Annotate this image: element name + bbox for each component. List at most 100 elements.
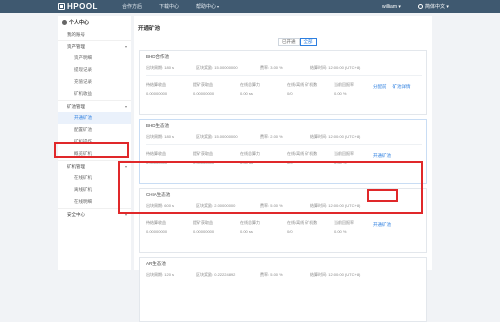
highlight-box-open-button [367, 189, 398, 202]
filter-toggle: 已开通 全部 [278, 38, 317, 46]
sidebar-group-label: 安全中心 [67, 211, 85, 217]
stat-value: 0.22224892 [214, 272, 236, 277]
chevron-down-icon: ▾ [124, 44, 127, 49]
language-label: 简体中文 ▾ [425, 4, 449, 10]
stat-cell: 费率: 5.00 % [260, 272, 310, 278]
sidebar-item-asset-detail[interactable]: 资产明细 [58, 52, 131, 64]
open-pool-button[interactable]: 开通矿池 [373, 222, 391, 228]
allocate-link[interactable]: 分配前 [373, 84, 387, 90]
stat-cell: 区块奖励: 15.00000000 [196, 65, 260, 71]
page-title: 开通矿池 [138, 26, 161, 32]
stat-cell: 出块周期: 180 s [146, 134, 196, 140]
pool-name: BHD合作池 [146, 54, 170, 59]
sidebar-item-earnings[interactable]: 矿机收益 [58, 88, 131, 100]
chevron-down-icon: ▾ [217, 4, 220, 9]
metric-labels: 待结算收益 提矿获取益 在线总算力 在线/离线 矿机数 当前回报率 [146, 220, 381, 226]
metric-value: 0.00000000 [146, 229, 168, 234]
nav-download[interactable]: 下载中心 [159, 3, 179, 10]
sidebar-header-label: 个人中心 [69, 20, 90, 26]
stat-value: 180 s [164, 65, 175, 70]
stat-cell: 结算时间: 12:00:00 (UTC+8) [310, 272, 400, 278]
divider [146, 144, 422, 145]
user-menu[interactable]: william ▾ [382, 0, 401, 13]
stat-label: 出块周期: [146, 65, 164, 70]
pool-details-link[interactable]: 矿池详情 [393, 84, 411, 90]
pool-stats: 出块周期: 180 s 区块奖励: 15.00000000 费率: 3.00 %… [146, 65, 400, 71]
sidebar-item-config-pool[interactable]: 配置矿池 [58, 124, 131, 136]
metric-value: 0.00 % [334, 91, 347, 96]
metric-values: 0.00000000 0.00000000 0.00 ss 0/0 0.00 % [146, 229, 381, 234]
sidebar-group-label: 资产管理 [67, 43, 85, 49]
stat-value: 3.00 % [270, 65, 283, 70]
stat-cell: 出块周期: 180 s [146, 65, 196, 71]
nav-partners-label: 合作方后 [121, 4, 142, 10]
pool-name: BHD生态池 [146, 123, 170, 128]
stat-label: 结算时间: [310, 65, 328, 70]
open-pool-button[interactable]: 开通矿池 [373, 153, 391, 159]
metric-labels: 待结算收益 提矿获取益 在线总算力 在线/离线 矿机数 当前回报率 [146, 151, 381, 157]
stat-value: 12:00:00 (UTC+8) [328, 65, 361, 70]
chevron-down-icon: ▾ [124, 104, 127, 109]
metric-label: 待结算收益 [146, 151, 166, 156]
sidebar-group-label: 矿池管理 [67, 103, 85, 109]
globe-icon [418, 4, 423, 9]
pool-stats: 出块周期: 180 s 区块奖励: 15.00000000 费率: 2.00 %… [146, 134, 400, 140]
metric-label: 提矿获取益 [193, 82, 213, 87]
stat-cell: 费率: 2.00 % [260, 134, 310, 140]
sidebar-header: 个人中心 [58, 16, 131, 29]
metric-value: 0.00 ss [240, 229, 253, 234]
metric-label: 待结算收益 [146, 82, 166, 87]
metric-label: 提矿获取益 [193, 151, 213, 156]
stat-value: 12:00:00 (UTC+8) [328, 134, 361, 139]
top-navbar: HPOOL 合作方后 下载中心 帮助中心 ▾ william ▾ 简体中文 ▾ [0, 0, 500, 13]
sidebar-group-assets[interactable]: 资产管理 ▾ [58, 40, 131, 52]
metric-value: 0.00 ss [240, 91, 253, 96]
sidebar-item-account[interactable]: 我的账号 [58, 29, 131, 40]
metric-value: 0/0 [287, 91, 293, 96]
main-nav: 合作方后 下载中心 帮助中心 ▾ [122, 3, 236, 10]
filter-opened[interactable]: 已开通 [278, 38, 300, 46]
metric-value: 0.00000000 [146, 91, 168, 96]
stat-value: 2.00 % [270, 134, 283, 139]
stat-cell: 费率: 3.00 % [260, 65, 310, 71]
metric-label: 在线/离线 矿机数 [287, 151, 318, 156]
stat-value: 5.00 % [270, 272, 283, 277]
highlight-box-chia-card [118, 161, 423, 214]
metric-label: 提矿获取益 [193, 220, 213, 225]
metric-labels: 待结算收益 提矿获取益 在线总算力 在线/离线 矿机数 当前回报率 [146, 82, 381, 88]
sidebar-item-withdraw[interactable]: 提现记录 [58, 64, 131, 76]
stat-value: 180 s [164, 134, 175, 139]
stat-value: 15.00000000 [214, 134, 238, 139]
filter-all[interactable]: 全部 [299, 38, 317, 46]
nav-partners[interactable]: 合作方后 [122, 3, 142, 10]
metric-value: 0/0 [287, 229, 293, 234]
stat-label: 费率: [260, 134, 270, 139]
divider [146, 75, 422, 76]
stat-label: 结算时间: [310, 134, 328, 139]
stat-cell: 区块奖励: 15.00000000 [196, 134, 260, 140]
stat-label: 出块周期: [146, 134, 164, 139]
card-actions: 开通矿池 [373, 222, 397, 228]
stat-value: 15.00000000 [214, 65, 238, 70]
brand-name: HPOOL [67, 2, 98, 11]
stat-label: 区块奖励: [196, 65, 214, 70]
stat-cell: 出块周期: 120 s [146, 272, 196, 278]
stat-label: 费率: [260, 65, 270, 70]
language-switcher[interactable]: 简体中文 ▾ [418, 0, 449, 13]
brand-logo[interactable]: HPOOL [58, 2, 98, 11]
sidebar-group-pools[interactable]: 矿池管理 ▾ [58, 100, 131, 112]
card-actions: 开通矿池 [373, 153, 397, 159]
stat-label: 出块周期: [146, 272, 164, 277]
metric-value: 0.00000000 [193, 229, 215, 234]
stat-value: 12:00:00 (UTC+8) [328, 272, 361, 277]
nav-help[interactable]: 帮助中心 ▾ [196, 3, 219, 10]
stat-label: 区块奖励: [196, 272, 214, 277]
stat-label: 结算时间: [310, 272, 328, 277]
sidebar-item-open-pool[interactable]: 开通矿池 [58, 112, 131, 124]
sidebar-item-deposit[interactable]: 充值记录 [58, 76, 131, 88]
stat-cell: 结算时间: 12:00:00 (UTC+8) [310, 65, 400, 71]
metric-label: 在线/离线 矿机数 [287, 220, 318, 225]
metric-label: 在线总算力 [240, 151, 260, 156]
stat-label: 费率: [260, 272, 270, 277]
nav-download-label: 下载中心 [158, 4, 179, 10]
